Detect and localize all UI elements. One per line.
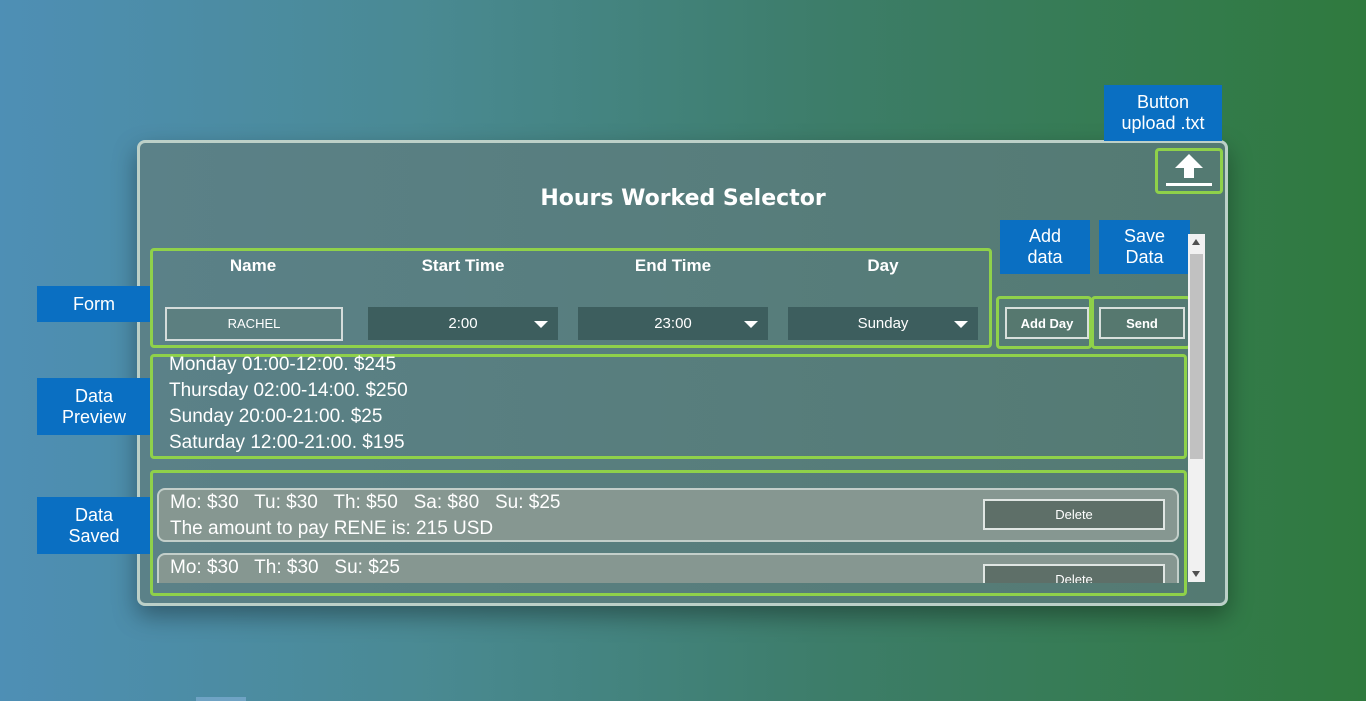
name-label: Name bbox=[229, 256, 277, 275]
callout-add-data-text: Add data bbox=[1027, 226, 1063, 267]
chevron-down-icon bbox=[534, 321, 548, 328]
send-button[interactable]: Send bbox=[1099, 307, 1185, 339]
preview-line: Saturday 12:00-21:00. $195 bbox=[169, 432, 405, 453]
saved-breakdown: Mo: $30 Tu: $30 Th: $50 Sa: $80 Su: $25 bbox=[170, 492, 561, 513]
preview-line: Sunday 20:00-21:00. $25 bbox=[169, 406, 383, 427]
delete-button[interactable]: Delete bbox=[983, 564, 1165, 583]
saved-total: The amount to pay RENE is: 215 USD bbox=[170, 518, 494, 539]
preview-line: Monday 01:00-12:00. $245 bbox=[169, 354, 397, 375]
day-label: Day bbox=[867, 256, 899, 275]
callout-data-saved-text: Data Saved bbox=[68, 504, 120, 546]
callout-upload: Button upload .txt bbox=[1104, 85, 1222, 141]
saved-entry: Mo: $30 Tu: $30 Th: $50 Sa: $80 Su: $25 … bbox=[157, 488, 1179, 542]
saved-entry: Mo: $30 Th: $30 Su: $25 Delete bbox=[157, 553, 1179, 583]
upload-button[interactable] bbox=[1155, 148, 1223, 194]
callout-add-data: Add data bbox=[1000, 220, 1090, 274]
upload-icon bbox=[1166, 154, 1212, 186]
start-time-value: 2:00 bbox=[448, 315, 478, 332]
day-select[interactable]: Sunday bbox=[788, 307, 978, 340]
scroll-down-icon[interactable] bbox=[1192, 571, 1200, 577]
callout-form: Form bbox=[37, 286, 151, 322]
preview-line: Thursday 02:00-14:00. $250 bbox=[169, 380, 408, 401]
end-time-select[interactable]: 23:00 bbox=[578, 307, 768, 340]
scroll-up-icon[interactable] bbox=[1192, 239, 1200, 245]
callout-form-text: Form bbox=[73, 293, 115, 314]
callout-data-saved: Data Saved bbox=[37, 497, 151, 554]
start-time-label: Start Time bbox=[421, 256, 505, 275]
callout-data-preview: Data Preview bbox=[37, 378, 151, 435]
chevron-down-icon bbox=[954, 321, 968, 328]
callout-save-data-text: Save Data bbox=[1123, 226, 1166, 267]
name-input[interactable]: RACHEL bbox=[165, 307, 343, 341]
saved-breakdown: Mo: $30 Th: $30 Su: $25 bbox=[170, 557, 400, 578]
day-value: Sunday bbox=[857, 315, 909, 332]
chevron-down-icon bbox=[744, 321, 758, 328]
delete-button[interactable]: Delete bbox=[983, 499, 1165, 530]
scrollbar-thumb[interactable] bbox=[1190, 254, 1203, 459]
end-time-value: 23:00 bbox=[654, 315, 692, 332]
callout-upload-text: Button upload .txt bbox=[1121, 92, 1205, 133]
add-day-button[interactable]: Add Day bbox=[1005, 307, 1089, 339]
callout-save-data: Save Data bbox=[1099, 220, 1190, 274]
end-time-label: End Time bbox=[634, 256, 712, 275]
callout-data-preview-text: Data Preview bbox=[61, 385, 127, 427]
start-time-select[interactable]: 2:00 bbox=[368, 307, 558, 340]
taskbar-nub bbox=[196, 697, 246, 701]
